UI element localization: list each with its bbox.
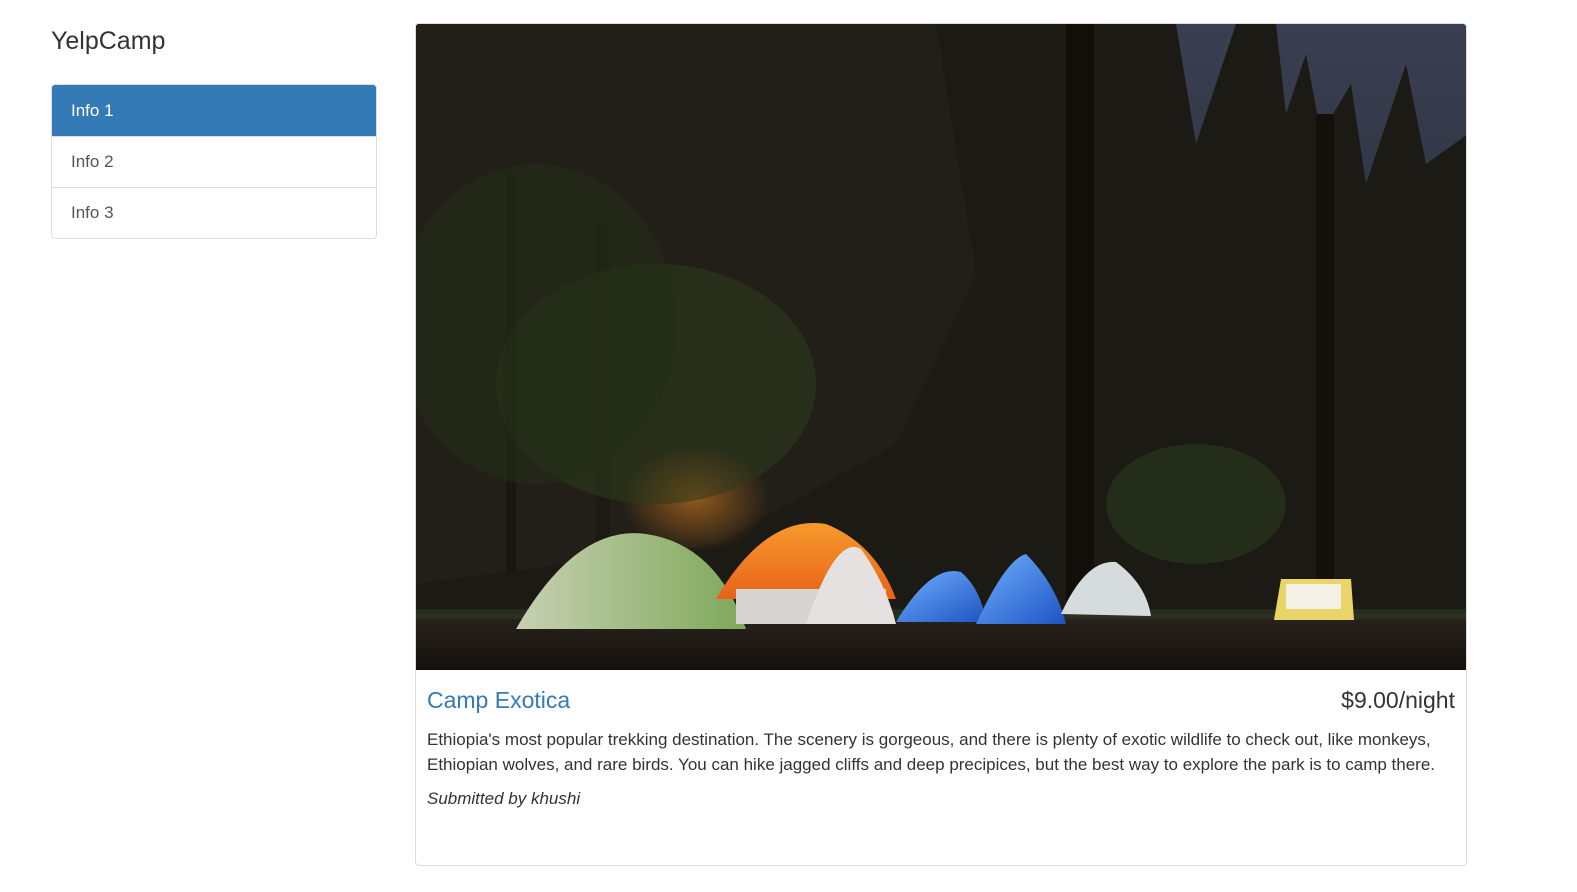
author-name: khushi: [530, 789, 581, 808]
sidebar: YelpCamp Info 1 Info 2 Info 3: [51, 20, 377, 239]
sidebar-item-info-1[interactable]: Info 1: [52, 85, 376, 136]
sidebar-item-info-2[interactable]: Info 2: [52, 136, 376, 187]
campground-caption: Camp Exotica $9.00/night Ethiopia's most…: [416, 687, 1466, 809]
campground-price: $9.00/night: [1341, 687, 1455, 713]
submitted-prefix: Submitted by: [427, 789, 527, 808]
info-list-group: Info 1 Info 2 Info 3: [51, 84, 377, 239]
caption-header: Camp Exotica $9.00/night: [427, 687, 1455, 721]
campground-description: Ethiopia's most popular trekking destina…: [427, 730, 1436, 774]
campground-card: Camp Exotica $9.00/night Ethiopia's most…: [415, 23, 1467, 866]
brand-title: YelpCamp: [51, 27, 166, 55]
campground-name-link[interactable]: Camp Exotica: [427, 687, 570, 714]
sidebar-item-info-3[interactable]: Info 3: [52, 187, 376, 238]
submitted-by: Submitted by khushi: [427, 789, 1455, 809]
page: YelpCamp Info 1 Info 2 Info 3 Camp Exoti…: [0, 0, 1577, 892]
campground-photo: [416, 24, 1466, 670]
